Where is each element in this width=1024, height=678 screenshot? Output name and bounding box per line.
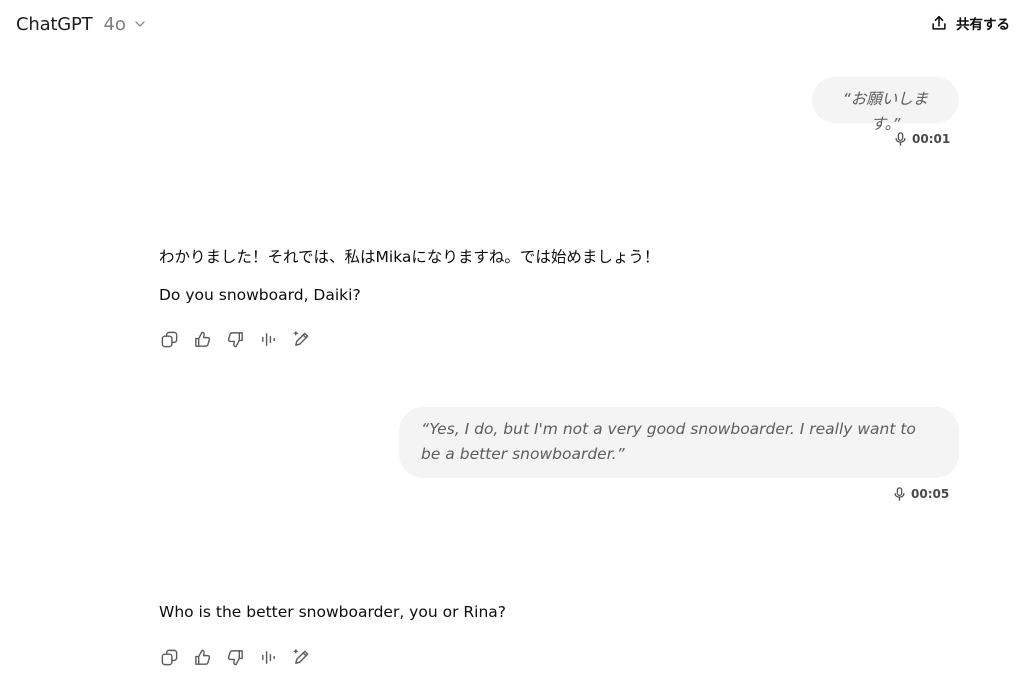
microphone-icon [895, 132, 906, 146]
microphone-icon [894, 487, 905, 501]
chat-page: ChatGPT 4o 共有する “お願いします。” 00:01 わかりました！そ… [0, 0, 1024, 678]
voice-duration-label: 00:05 [911, 487, 950, 501]
voice-duration-label: 00:01 [912, 132, 951, 146]
thumbs-up-icon [195, 649, 211, 665]
read-aloud-icon [262, 651, 275, 664]
good-response-button[interactable] [191, 328, 214, 351]
copy-button[interactable] [158, 328, 181, 351]
share-label: 共有する [956, 17, 1010, 33]
copy-icon [161, 331, 178, 348]
edit-response-button[interactable] [290, 328, 313, 351]
bad-response-button[interactable] [224, 646, 247, 669]
voice-duration: 00:05 [893, 487, 949, 501]
read-aloud-button[interactable] [257, 328, 280, 351]
user-message-text: “お願いします。” [842, 90, 929, 133]
copy-icon [161, 649, 178, 666]
bad-response-button[interactable] [224, 328, 247, 351]
copy-button[interactable] [158, 646, 181, 669]
model-version: 4o [103, 13, 126, 35]
read-aloud-icon [262, 333, 275, 346]
edit-sparkle-icon [293, 649, 309, 664]
model-switcher[interactable]: ChatGPT 4o [16, 11, 146, 37]
user-message-text: “Yes, I do, but I'm not a very good snow… [421, 420, 916, 463]
edit-sparkle-icon [293, 331, 309, 346]
user-message-bubble: “お願いします。” [812, 77, 959, 133]
edit-response-button[interactable] [290, 646, 313, 669]
assistant-message-line: Who is the better snowboarder, you or Ri… [159, 603, 506, 621]
chevron-down-icon [135, 21, 145, 27]
thumbs-down-icon [227, 650, 243, 666]
message-actions [158, 328, 313, 351]
good-response-button[interactable] [191, 646, 214, 669]
model-name: ChatGPT [16, 13, 93, 35]
share-upload-icon [932, 15, 946, 30]
assistant-message-line: わかりました！それでは、私はMikaになりますね。では始めましょう！ [159, 248, 660, 266]
user-message-bubble: “Yes, I do, but I'm not a very good snow… [399, 407, 959, 478]
share-button[interactable]: 共有する [924, 10, 1016, 36]
thumbs-up-icon [195, 331, 211, 347]
read-aloud-button[interactable] [257, 646, 280, 669]
assistant-message-line: Do you snowboard, Daiki? [159, 286, 361, 304]
thumbs-down-icon [227, 332, 243, 348]
message-actions [158, 646, 313, 669]
voice-duration: 00:01 [894, 132, 950, 146]
